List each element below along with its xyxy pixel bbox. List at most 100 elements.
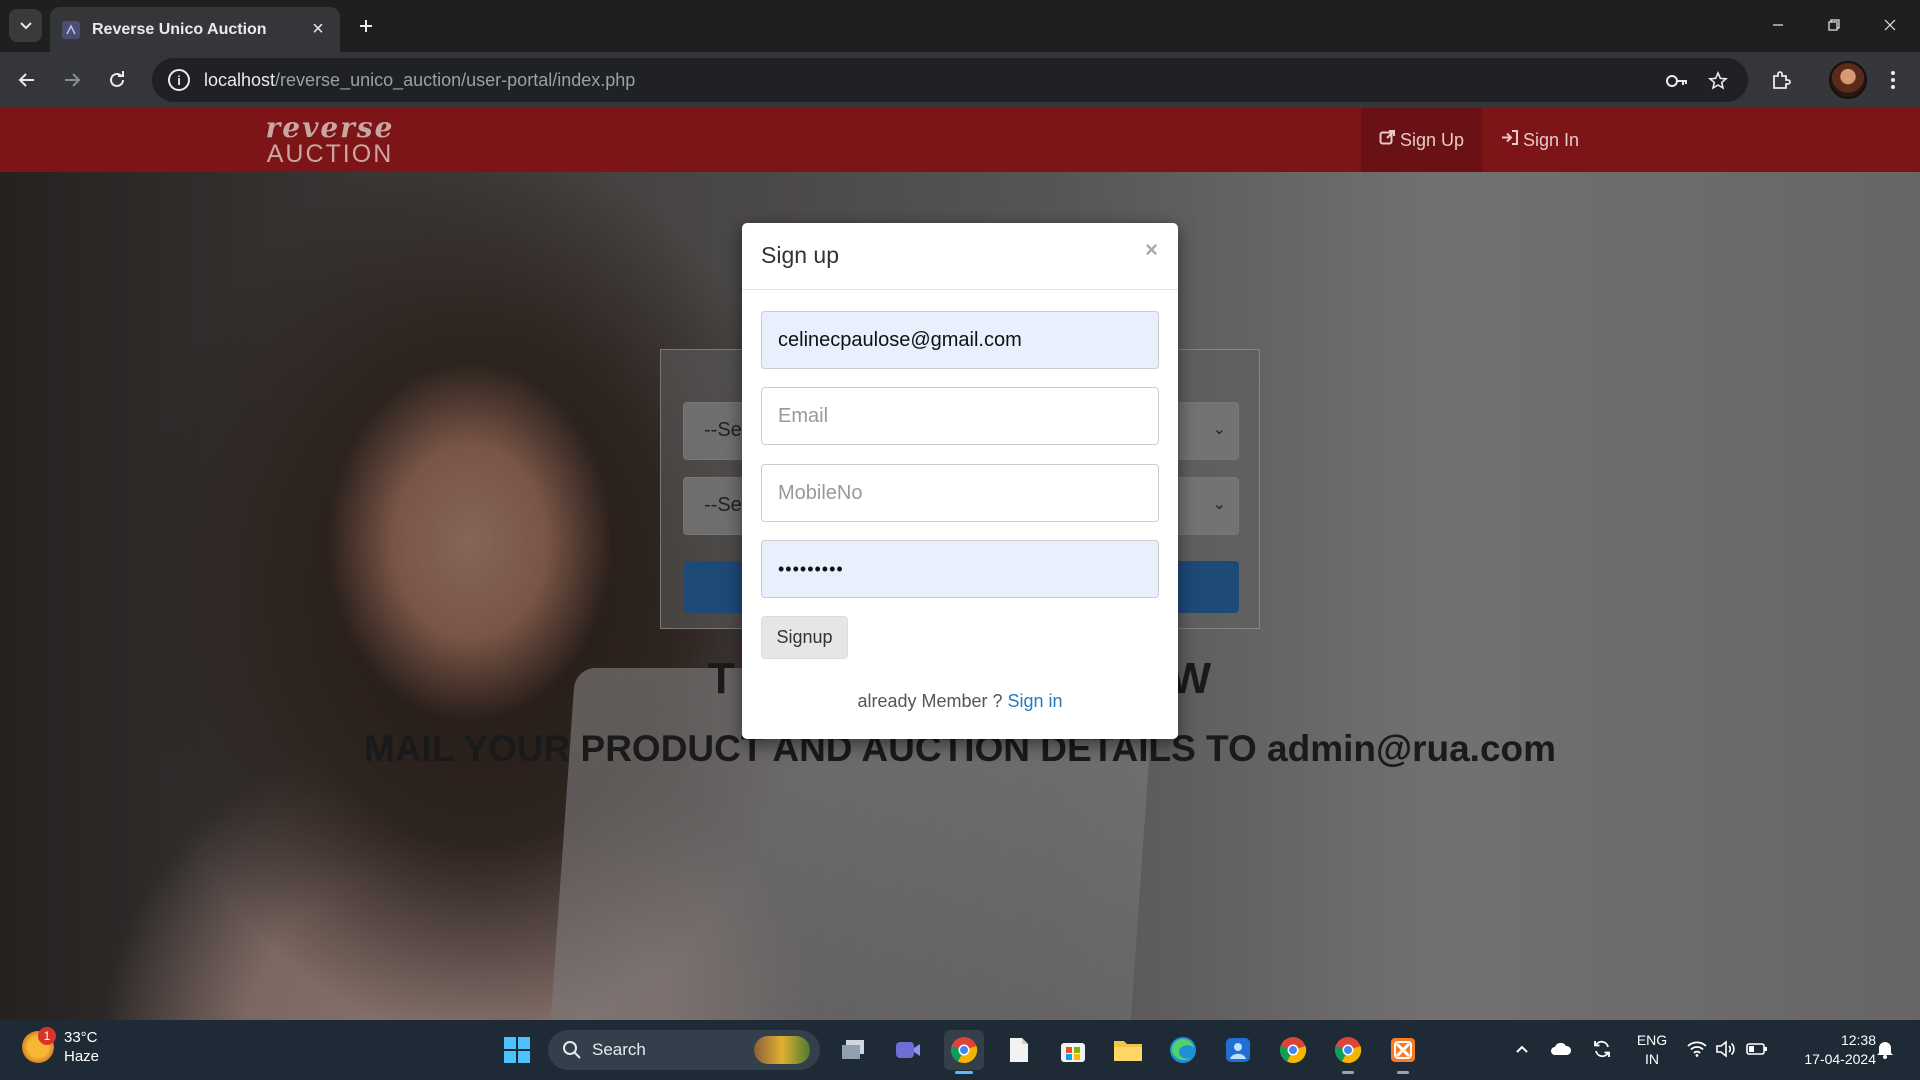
close-icon[interactable]: × [1145,237,1158,263]
battery-icon[interactable] [1746,1038,1768,1060]
task-view-button[interactable] [834,1030,874,1070]
chrome-icon [1279,1037,1307,1064]
arrow-left-icon [18,73,34,87]
url-path: /reverse_unico_auction/user-portal/index… [275,69,636,90]
tab-search-button[interactable] [9,9,42,42]
sign-in-link[interactable]: Sign in [1008,691,1063,711]
already-member-line: already Member ? Sign in [742,691,1178,712]
running-indicator [1397,1071,1409,1074]
address-bar[interactable]: i localhost/reverse_unico_auction/user-p… [152,58,1748,102]
taskbar-search[interactable]: Search [548,1030,820,1070]
password-mask: ••••••••• [778,558,844,579]
favicon-icon [62,20,80,39]
taskbar-search-label: Search [592,1040,646,1059]
nav-sign-up-label: Sign Up [1400,129,1465,150]
chevron-down-icon: ⌄ [1212,496,1226,513]
chrome-app-active[interactable] [944,1030,984,1074]
web-page: reverse AUCTION Sign Up Sign In --Se ⌄ -… [0,108,1920,1020]
language-bottom: IN [1645,1051,1659,1067]
site-info-icon[interactable]: i [168,69,190,91]
document-icon [1010,1038,1028,1062]
xampp-app[interactable] [1383,1030,1423,1074]
weather-widget[interactable]: 1 33°C Haze [22,1027,99,1066]
new-tab-button[interactable] [352,12,380,40]
clock[interactable]: 12:38 17-04-2024 [1778,1031,1876,1069]
chrome-icon [1334,1037,1362,1064]
person-cloud-icon [1226,1038,1250,1062]
category-select-value: --Se [704,419,742,441]
restore-icon [1828,19,1840,31]
signup-submit-button[interactable]: Signup [761,616,848,659]
minimize-button[interactable] [1750,0,1806,50]
sync-icon[interactable] [1591,1038,1613,1060]
close-icon [1884,19,1896,31]
weather-sun-icon: 1 [22,1027,56,1063]
browser-toolbar: i localhost/reverse_unico_auction/user-p… [0,52,1920,108]
restore-button[interactable] [1806,0,1862,50]
nav-sign-in[interactable]: Sign In [1483,108,1597,172]
puzzle-icon [1773,71,1791,89]
nav-sign-in-label: Sign In [1523,129,1580,150]
url-text: localhost/reverse_unico_auction/user-por… [204,70,635,91]
teams-app[interactable] [888,1030,928,1070]
browser-menu-button[interactable] [1877,64,1909,96]
back-button[interactable] [11,64,43,96]
search-highlight-icon [754,1036,810,1064]
reload-button[interactable] [101,64,133,96]
logo-top-text: reverse [265,111,395,144]
logo-bottom-text: AUCTION [266,140,394,168]
chrome-app-2[interactable] [1273,1030,1313,1070]
site-navbar: reverse AUCTION Sign Up Sign In [0,108,1920,172]
file-explorer-app[interactable] [1108,1030,1148,1070]
subcategory-select-value: --Se [704,494,742,516]
chrome-app-3[interactable] [1328,1030,1368,1074]
already-member-text: already Member ? [857,691,1008,711]
arrow-right-icon [65,73,81,87]
azure-app[interactable] [1218,1030,1258,1070]
modal-divider [742,289,1178,290]
clock-date: 17-04-2024 [1804,1051,1876,1067]
folder-icon [1114,1041,1142,1061]
signup-modal: Sign up × celinecpaulose@gmail.com Email… [742,223,1178,739]
windows-taskbar: 1 33°C Haze Search ENG IN 12:38 17-04-20… [0,1020,1920,1080]
notepad-app[interactable] [999,1030,1039,1070]
language-top: ENG [1636,1032,1668,1048]
nav-sign-up[interactable]: Sign Up [1361,108,1483,172]
email-field[interactable]: Email [761,387,1159,445]
store-app[interactable] [1053,1030,1093,1070]
wifi-icon[interactable] [1686,1038,1708,1060]
name-field[interactable]: celinecpaulose@gmail.com [761,311,1159,369]
store-icon [1061,1043,1085,1062]
video-camera-icon [896,1042,920,1058]
volume-icon[interactable] [1714,1038,1736,1060]
bookmark-star-icon[interactable] [1705,68,1731,94]
notification-bell-icon[interactable] [1874,1038,1896,1060]
password-key-icon[interactable] [1664,68,1690,94]
close-tab-icon[interactable]: × [308,18,328,41]
sign-in-icon [1501,129,1519,151]
browser-tab[interactable]: Reverse Unico Auction × [50,7,340,52]
plus-icon [360,20,372,32]
windows-logo-icon [504,1037,530,1063]
forward-button[interactable] [56,64,88,96]
extensions-button[interactable] [1765,64,1797,96]
external-link-icon [1379,129,1396,151]
clock-time: 12:38 [1840,1032,1876,1048]
minimize-icon [1773,24,1783,26]
kebab-menu-icon [1891,71,1895,89]
url-host: localhost [204,69,276,90]
mobile-field[interactable]: MobileNo [761,464,1159,522]
edge-app[interactable] [1163,1030,1203,1070]
start-button[interactable] [497,1030,537,1070]
edge-icon [1170,1037,1196,1063]
site-logo[interactable]: reverse AUCTION [250,111,410,168]
close-window-button[interactable] [1862,0,1918,50]
modal-title: Sign up [761,242,840,268]
heading-left-fragment: T [707,654,736,703]
password-field[interactable]: ••••••••• [761,540,1159,598]
reload-icon [110,71,124,87]
profile-avatar[interactable] [1829,61,1867,99]
onedrive-cloud-icon[interactable] [1550,1038,1572,1060]
language-indicator[interactable]: ENG IN [1633,1031,1671,1069]
show-hidden-icons-chevron-up-icon[interactable] [1511,1038,1533,1060]
